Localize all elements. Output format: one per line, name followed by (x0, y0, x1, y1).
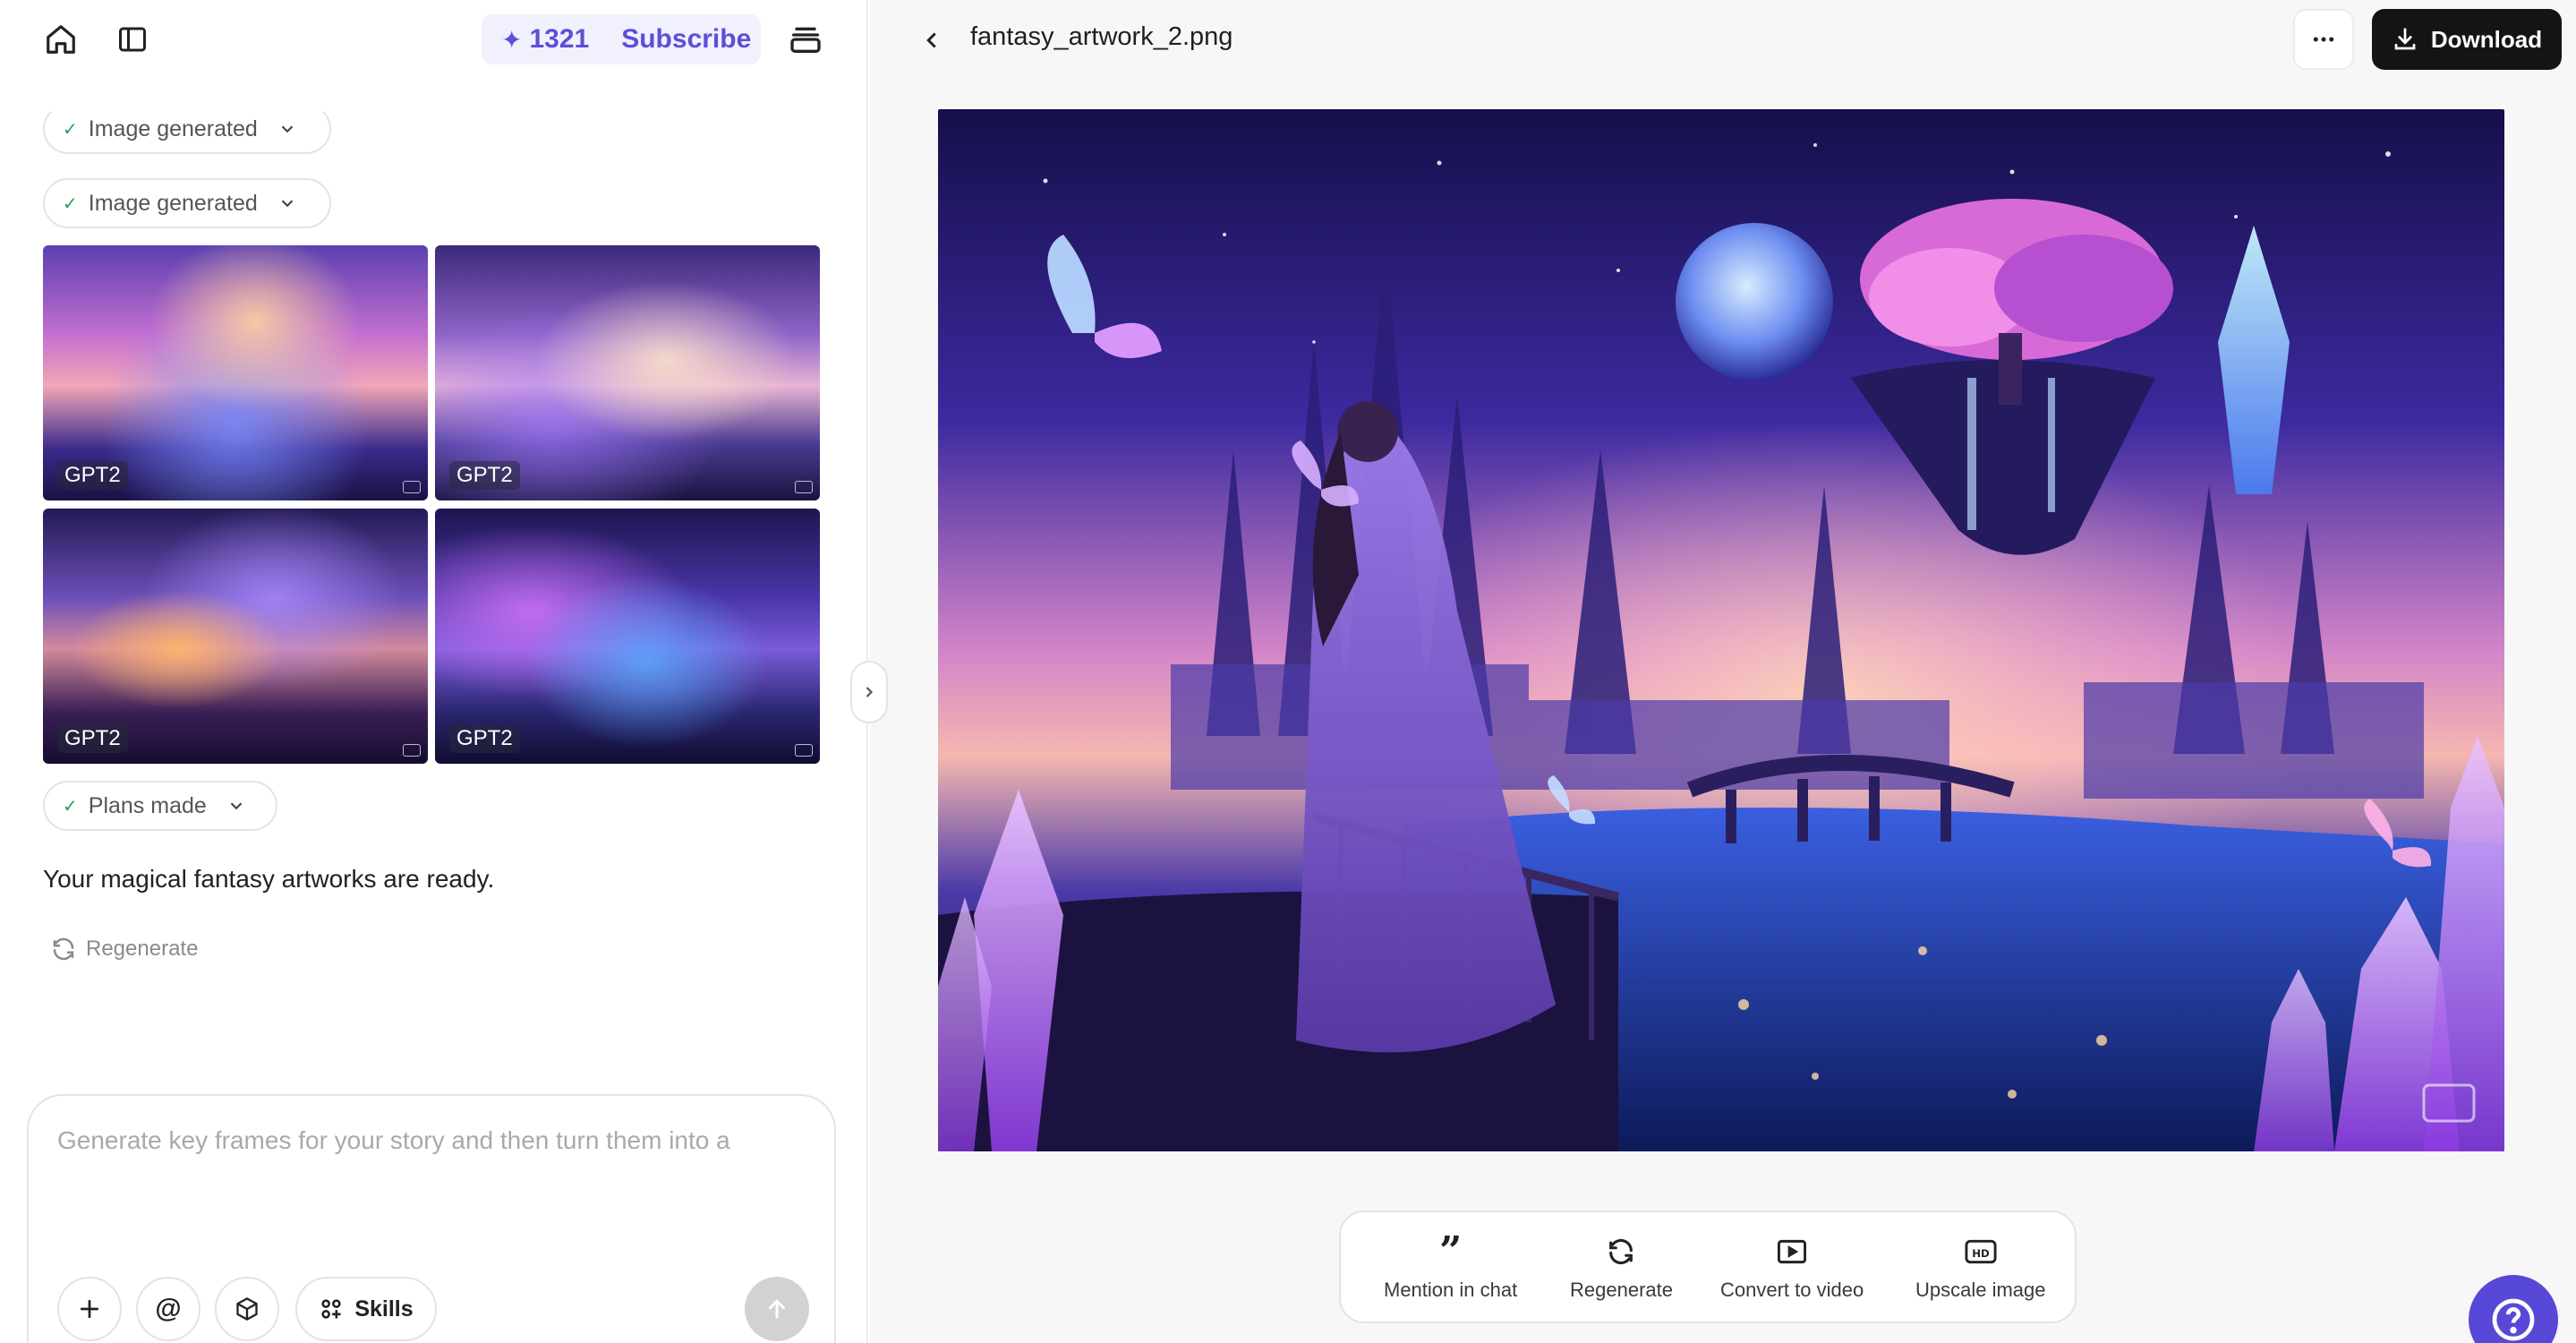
model-button[interactable] (215, 1277, 279, 1341)
assistant-message: Your magical fantasy artworks are ready. (43, 865, 495, 893)
regenerate-link[interactable]: Regenerate (50, 933, 198, 965)
action-label: Regenerate (1570, 1279, 1673, 1301)
model-label: GPT2 (449, 724, 520, 753)
status-plans-made[interactable]: ✓ Plans made (43, 781, 277, 831)
help-icon (2492, 1298, 2535, 1341)
ai-badge-icon (795, 744, 813, 757)
chat-panel: ✦ 1321 Subscribe ✓ Image generated ✓ Ima… (0, 0, 868, 1343)
regenerate-image-button[interactable]: Regenerate (1570, 1236, 1673, 1302)
thumbnail-4[interactable]: GPT2 (435, 509, 820, 764)
ai-badge-icon (795, 481, 813, 493)
chevron-right-icon (866, 687, 874, 697)
layers-icon (790, 27, 821, 54)
home-button[interactable] (36, 14, 86, 64)
credits-count: 1321 (529, 24, 590, 54)
sidebar-toggle-button[interactable] (107, 14, 158, 64)
status-image-generated-1[interactable]: ✓ Image generated (43, 104, 331, 154)
thumbnail-3[interactable]: GPT2 (43, 509, 428, 764)
plus-icon (80, 1299, 99, 1319)
home-icon (47, 25, 75, 54)
status-label: Plans made (88, 792, 207, 818)
upscale-image-button[interactable]: HD Upscale image (1915, 1236, 2046, 1302)
image-viewer: fantasy_artwork_2.png Download ” Mention… (870, 0, 2576, 1343)
skills-grid-icon (319, 1296, 344, 1322)
more-horizontal-icon (2313, 37, 2334, 42)
chevron-left-icon (926, 32, 936, 48)
chat-composer: @ Skills (27, 1094, 836, 1343)
refresh-icon (1606, 1236, 1636, 1268)
skills-label: Skills (354, 1296, 414, 1322)
skills-button[interactable]: Skills (295, 1277, 437, 1341)
check-icon: ✓ (63, 119, 78, 140)
play-icon (1776, 1236, 1808, 1268)
send-button[interactable] (745, 1277, 809, 1341)
thumbnail-1[interactable]: GPT2 (43, 245, 428, 500)
model-label: GPT2 (57, 724, 128, 753)
panel-collapse-toggle[interactable] (850, 661, 888, 723)
main-artwork-image (938, 109, 2504, 1151)
download-icon (2392, 26, 2418, 53)
subscribe-button[interactable]: Subscribe (621, 24, 751, 55)
mention-button[interactable]: @ (136, 1277, 200, 1341)
quote-icon: ” (1438, 1228, 1463, 1274)
model-label: GPT2 (57, 461, 128, 490)
back-button[interactable] (909, 18, 954, 63)
thumbnail-2[interactable]: GPT2 (435, 245, 820, 500)
chat-header: ✦ 1321 Subscribe (0, 0, 868, 79)
credits-subscribe-pill[interactable]: ✦ 1321 Subscribe (482, 14, 761, 64)
convert-to-video-button[interactable]: Convert to video (1720, 1236, 1864, 1302)
chevron-down-icon (226, 796, 246, 816)
more-options-button[interactable] (2293, 9, 2354, 70)
sidebar-toggle-icon (119, 27, 146, 52)
check-icon: ✓ (63, 796, 78, 817)
action-label: Mention in chat (1384, 1279, 1518, 1301)
image-action-bar: ” Mention in chat Regenerate Convert to … (1339, 1210, 2077, 1323)
layers-button[interactable] (780, 14, 831, 64)
send-arrow-icon (769, 1299, 785, 1319)
action-label: Upscale image (1915, 1279, 2046, 1301)
svg-text:HD: HD (1972, 1247, 1990, 1260)
ai-badge-icon (403, 481, 421, 493)
action-label: Convert to video (1720, 1279, 1864, 1301)
prompt-input[interactable] (57, 1126, 809, 1216)
status-label: Image generated (88, 190, 258, 216)
status-image-generated-2[interactable]: ✓ Image generated (43, 178, 331, 228)
mention-in-chat-button[interactable]: ” Mention in chat (1384, 1228, 1518, 1302)
status-label: Image generated (88, 115, 258, 141)
ai-badge-icon (403, 744, 421, 757)
download-button[interactable]: Download (2372, 9, 2562, 70)
refresh-icon (50, 936, 77, 962)
image-filename: fantasy_artwork_2.png (970, 22, 1233, 51)
add-attachment-button[interactable] (57, 1277, 122, 1341)
check-icon: ✓ (63, 193, 78, 214)
cube-icon (236, 1297, 258, 1321)
sparkle-icon: ✦ (501, 25, 523, 54)
at-icon: @ (155, 1294, 182, 1323)
download-label: Download (2430, 25, 2543, 53)
regenerate-label: Regenerate (86, 937, 199, 961)
chevron-down-icon (277, 193, 297, 213)
hd-icon: HD (1964, 1236, 1998, 1268)
chevron-down-icon (277, 119, 297, 139)
model-label: GPT2 (449, 461, 520, 490)
